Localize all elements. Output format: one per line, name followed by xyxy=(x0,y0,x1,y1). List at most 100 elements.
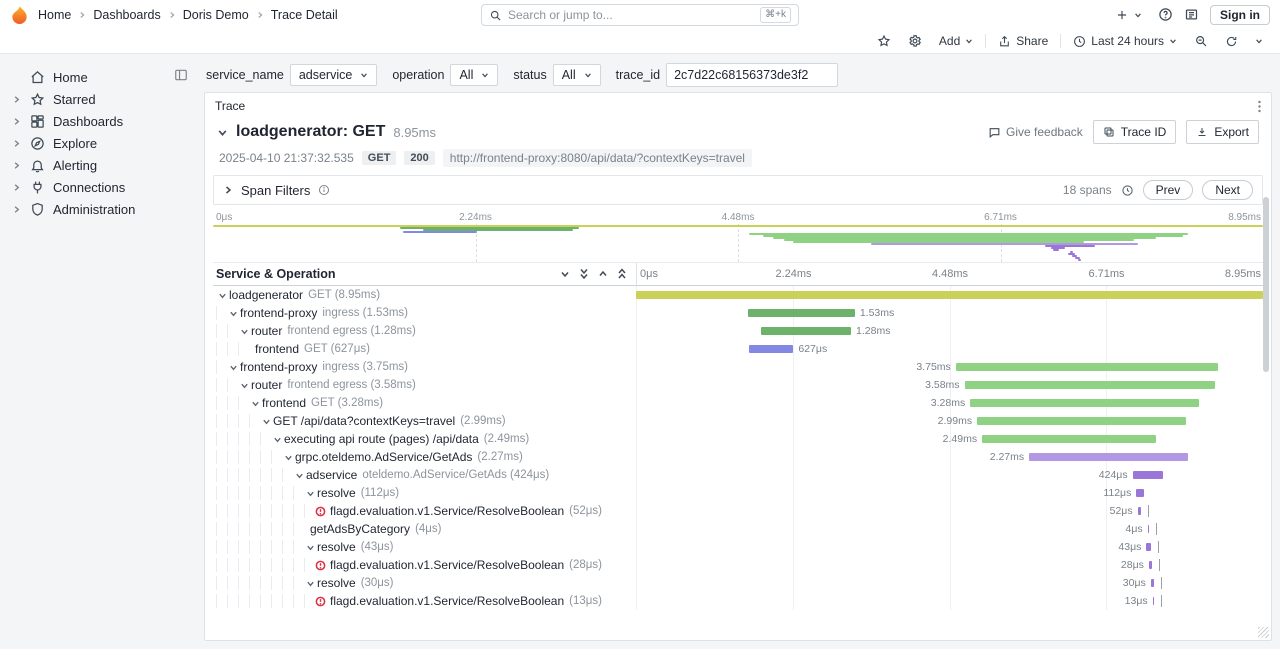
span-bar[interactable] xyxy=(956,363,1219,371)
chevron-down-icon[interactable] xyxy=(293,471,306,480)
sidebar-item-alerting[interactable]: Alerting xyxy=(10,154,192,176)
sidebar-item-starred[interactable]: Starred xyxy=(10,88,192,110)
next-span-button[interactable]: Next xyxy=(1202,180,1253,200)
chevron-down-icon[interactable] xyxy=(216,291,229,300)
span-row[interactable]: frontend-proxyingress (1.53ms)1.53ms xyxy=(213,304,1263,322)
span-bar[interactable] xyxy=(1148,525,1150,533)
refresh-interval-dropdown[interactable] xyxy=(1250,35,1268,47)
dashboard-settings-icon[interactable] xyxy=(903,32,927,50)
sidebar-item-connections[interactable]: Connections xyxy=(10,176,192,198)
span-bar[interactable] xyxy=(1153,597,1155,605)
service-name-select[interactable]: adservice xyxy=(290,64,378,86)
refresh-icon[interactable] xyxy=(1220,33,1243,50)
span-bar[interactable] xyxy=(1138,507,1142,515)
span-row[interactable]: flagd.evaluation.v1.Service/ResolveBoole… xyxy=(213,592,1263,610)
chevron-right-icon[interactable] xyxy=(12,117,22,126)
chevron-down-icon[interactable] xyxy=(304,543,317,552)
give-feedback-link[interactable]: Give feedback xyxy=(988,125,1083,139)
span-row[interactable]: frontend-proxyingress (3.75ms)3.75ms xyxy=(213,358,1263,376)
span-filters-section[interactable]: Span Filters 18 spans Prev Next xyxy=(213,175,1263,205)
span-bar[interactable] xyxy=(749,345,793,353)
span-bar[interactable] xyxy=(965,381,1216,389)
panel-resize-handle[interactable] xyxy=(1258,627,1269,638)
export-button[interactable]: Export xyxy=(1186,120,1259,144)
span-bar[interactable] xyxy=(761,327,851,335)
chevron-down-icon[interactable] xyxy=(282,453,295,462)
status-select[interactable]: All xyxy=(553,64,601,86)
scrollbar-thumb[interactable] xyxy=(1263,197,1269,372)
collapse-trace-icon[interactable] xyxy=(217,127,228,138)
news-icon[interactable] xyxy=(1184,7,1199,22)
scrollbar[interactable] xyxy=(1263,197,1269,632)
sign-in-button[interactable]: Sign in xyxy=(1210,5,1270,25)
trace-minimap[interactable]: 0μs2.24ms4.48ms6.71ms8.95ms xyxy=(213,211,1263,262)
breadcrumb-dashboards[interactable]: Dashboards xyxy=(93,8,160,22)
chevron-down-icon[interactable] xyxy=(227,363,240,372)
chevron-down-icon[interactable] xyxy=(260,417,273,426)
sidebar-item-administration[interactable]: Administration xyxy=(10,198,192,220)
span-row[interactable]: getAdsByCategory(4μs)4μs xyxy=(213,520,1263,538)
span-bar[interactable] xyxy=(1029,453,1188,461)
dock-sidebar-icon[interactable] xyxy=(174,68,188,82)
panel-menu-icon[interactable] xyxy=(1258,100,1261,113)
chevron-down-icon[interactable] xyxy=(227,309,240,318)
sidebar-item-explore[interactable]: Explore xyxy=(10,132,192,154)
collapse-all-icon[interactable] xyxy=(579,268,589,280)
span-bar[interactable] xyxy=(1133,471,1163,479)
span-row[interactable]: GET /api/data?contextKeys=travel(2.99ms)… xyxy=(213,412,1263,430)
span-bar[interactable] xyxy=(1146,543,1150,551)
collapse-one-icon[interactable] xyxy=(560,269,570,279)
breadcrumb-dashboard-name[interactable]: Doris Demo xyxy=(183,8,249,22)
chevron-down-icon[interactable] xyxy=(271,435,284,444)
zoom-out-time-icon[interactable] xyxy=(1189,32,1213,50)
sidebar-item-home[interactable]: Home xyxy=(10,66,192,88)
chevron-down-icon[interactable] xyxy=(304,579,317,588)
chevron-down-icon[interactable] xyxy=(249,399,262,408)
time-range-picker[interactable]: Last 24 hours xyxy=(1068,32,1182,50)
minimap-canvas[interactable] xyxy=(213,224,1263,262)
chevron-down-icon[interactable] xyxy=(238,381,251,390)
span-row[interactable]: resolve(112μs)112μs xyxy=(213,484,1263,502)
breadcrumb-home[interactable]: Home xyxy=(38,8,71,22)
chevron-right-icon[interactable] xyxy=(12,139,22,148)
chevron-right-icon[interactable] xyxy=(12,161,22,170)
span-row[interactable]: frontendGET (3.28ms)3.28ms xyxy=(213,394,1263,412)
trace-id-input[interactable] xyxy=(666,63,838,87)
expand-one-icon[interactable] xyxy=(598,269,608,279)
chevron-right-icon[interactable] xyxy=(12,183,22,192)
grafana-logo[interactable] xyxy=(10,5,29,24)
chevron-down-icon[interactable] xyxy=(238,327,251,336)
chevron-right-icon[interactable] xyxy=(12,95,22,104)
span-bar[interactable] xyxy=(1151,579,1154,587)
share-button[interactable]: Share xyxy=(993,32,1053,50)
span-row[interactable]: loadgeneratorGET (8.95ms) xyxy=(213,286,1263,304)
trace-id-button[interactable]: Trace ID xyxy=(1093,120,1177,144)
span-row[interactable]: flagd.evaluation.v1.Service/ResolveBoole… xyxy=(213,556,1263,574)
span-bar[interactable] xyxy=(636,291,1263,299)
span-row[interactable]: frontendGET (627μs)627μs xyxy=(213,340,1263,358)
span-row[interactable]: adserviceoteldemo.AdService/GetAds (424μ… xyxy=(213,466,1263,484)
span-row[interactable]: routerfrontend egress (3.58ms)3.58ms xyxy=(213,376,1263,394)
help-icon[interactable] xyxy=(1158,7,1173,22)
operation-select[interactable]: All xyxy=(450,64,498,86)
span-row[interactable]: resolve(30μs)30μs xyxy=(213,574,1263,592)
add-dropdown-button[interactable]: Add xyxy=(934,32,978,50)
star-icon[interactable] xyxy=(872,32,896,50)
span-bar[interactable] xyxy=(977,417,1186,425)
expand-all-icon[interactable] xyxy=(617,268,627,280)
chevron-right-icon[interactable] xyxy=(12,205,22,214)
new-menu-button[interactable] xyxy=(1110,6,1147,24)
span-row[interactable]: flagd.evaluation.v1.Service/ResolveBoole… xyxy=(213,502,1263,520)
span-row[interactable]: executing api route (pages) /api/data(2.… xyxy=(213,430,1263,448)
span-bar[interactable] xyxy=(748,309,855,317)
search-input[interactable]: Search or jump to... ⌘+k xyxy=(481,4,799,26)
span-row[interactable]: routerfrontend egress (1.28ms)1.28ms xyxy=(213,322,1263,340)
history-icon[interactable] xyxy=(1121,184,1134,197)
span-row[interactable]: grpc.oteldemo.AdService/GetAds(2.27ms)2.… xyxy=(213,448,1263,466)
span-row[interactable]: resolve(43μs)43μs xyxy=(213,538,1263,556)
span-bar[interactable] xyxy=(1149,561,1152,569)
chevron-down-icon[interactable] xyxy=(304,489,317,498)
sidebar-item-dashboards[interactable]: Dashboards xyxy=(10,110,192,132)
span-bar[interactable] xyxy=(1136,489,1144,497)
span-bar[interactable] xyxy=(970,399,1199,407)
